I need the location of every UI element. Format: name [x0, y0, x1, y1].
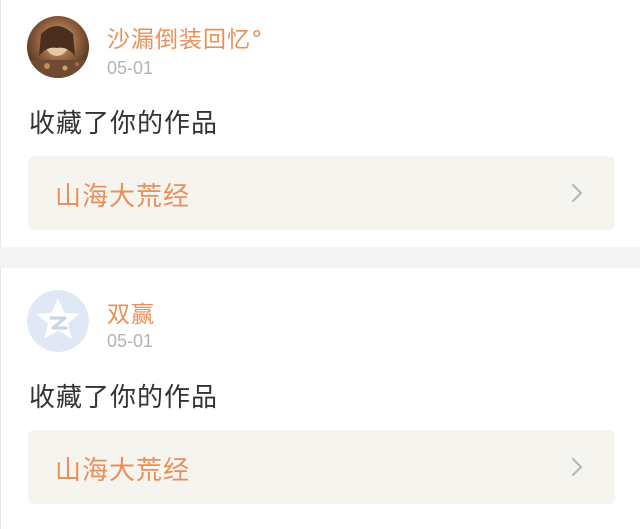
username[interactable]: 沙漏倒装回忆°	[107, 20, 264, 54]
notification-list: 沙漏倒装回忆° 05-01 收藏了你的作品 山海大荒经 双赢 05-01 收藏了…	[0, 0, 640, 529]
notification-item: 双赢 05-01 收藏了你的作品 山海大荒经	[0, 268, 640, 529]
timestamp: 05-01	[107, 58, 154, 78]
section-divider	[0, 247, 640, 268]
work-title: 山海大荒经	[55, 456, 191, 486]
notification-item: 沙漏倒装回忆° 05-01 收藏了你的作品 山海大荒经	[0, 0, 640, 247]
default-star-avatar-icon	[27, 290, 89, 352]
chevron-right-icon	[571, 183, 583, 203]
chevron-right-icon	[571, 457, 583, 477]
action-text: 收藏了你的作品	[29, 109, 219, 139]
username[interactable]: 双赢	[107, 295, 155, 329]
work-link-card[interactable]: 山海大荒经	[28, 430, 615, 504]
user-avatar[interactable]	[27, 16, 89, 78]
timestamp: 05-01	[107, 331, 154, 351]
work-title: 山海大荒经	[55, 182, 191, 212]
work-link-card[interactable]: 山海大荒经	[28, 156, 615, 230]
action-text: 收藏了你的作品	[29, 383, 219, 413]
user-avatar[interactable]	[27, 290, 89, 352]
photo-avatar-icon	[27, 16, 89, 78]
